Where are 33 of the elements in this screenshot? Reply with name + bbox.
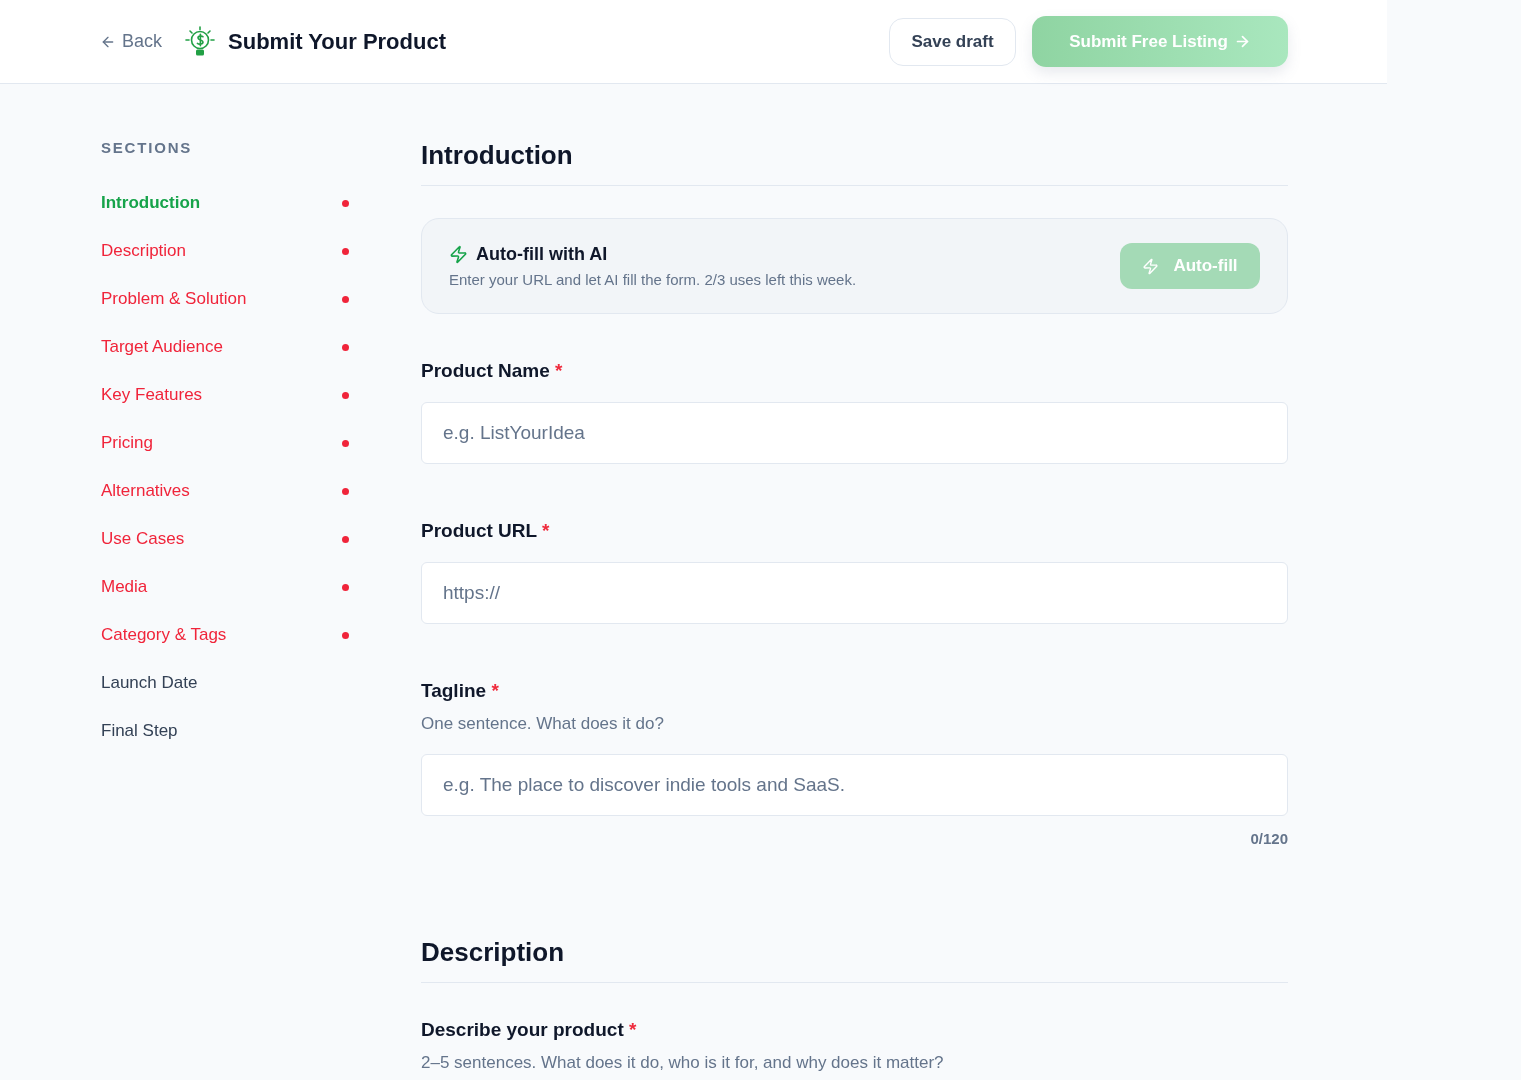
section-heading: Introduction [421, 139, 573, 171]
lightning-icon [1142, 257, 1160, 275]
sidebar-section-link[interactable]: Pricing [101, 419, 349, 467]
lightbulb-dollar-icon [185, 25, 216, 58]
sidebar-section-link[interactable]: Description [101, 227, 349, 275]
page-title: Submit Your Product [228, 28, 446, 56]
field-label: Describe your product * [421, 1019, 637, 1041]
sidebar-section-link[interactable]: Launch Date [101, 659, 349, 707]
field-hint: 2–5 sentences. What does it do, who is it for, and why does it matter? [421, 1052, 944, 1074]
character-counter: 0/120 [1250, 829, 1288, 849]
sidebar-section-link[interactable]: Alternatives [101, 467, 349, 515]
field-label: Tagline * [421, 680, 499, 702]
sidebar-section-link[interactable]: Introduction [101, 179, 349, 227]
field-label: Product URL * [421, 520, 550, 542]
save-draft-button[interactable]: Save draft [889, 17, 1016, 66]
field-label: Product Name * [421, 360, 563, 382]
back-link[interactable]: Back [100, 28, 163, 55]
sidebar-section-link[interactable]: Use Cases [101, 515, 349, 563]
section-heading: Description [421, 936, 565, 968]
lightning-icon [449, 244, 468, 264]
text-input-field[interactable]: https:// [421, 562, 1288, 624]
sidebar-section-link[interactable]: Key Features [101, 371, 349, 419]
ai-card-title: Auto-fill with AI [476, 243, 608, 266]
sidebar-section-link[interactable]: Final Step [101, 707, 349, 755]
sidebar-section-link[interactable]: Target Audience [101, 323, 349, 371]
sidebar-section-link[interactable]: Category & Tags [101, 611, 349, 659]
sidebar-section-link[interactable]: Media [101, 563, 349, 611]
field-hint: One sentence. What does it do? [421, 713, 664, 735]
text-input-field[interactable]: e.g. The place to discover indie tools and SaaS. [421, 754, 1288, 816]
sidebar-section-link[interactable]: Problem & Solution [101, 275, 349, 323]
text-input-field[interactable]: e.g. ListYourIdea [421, 402, 1288, 464]
sections-heading: SECTIONS [101, 138, 193, 158]
ai-card-description: Enter your URL and let AI fill the form. 2/3 uses left this week. [449, 270, 857, 290]
